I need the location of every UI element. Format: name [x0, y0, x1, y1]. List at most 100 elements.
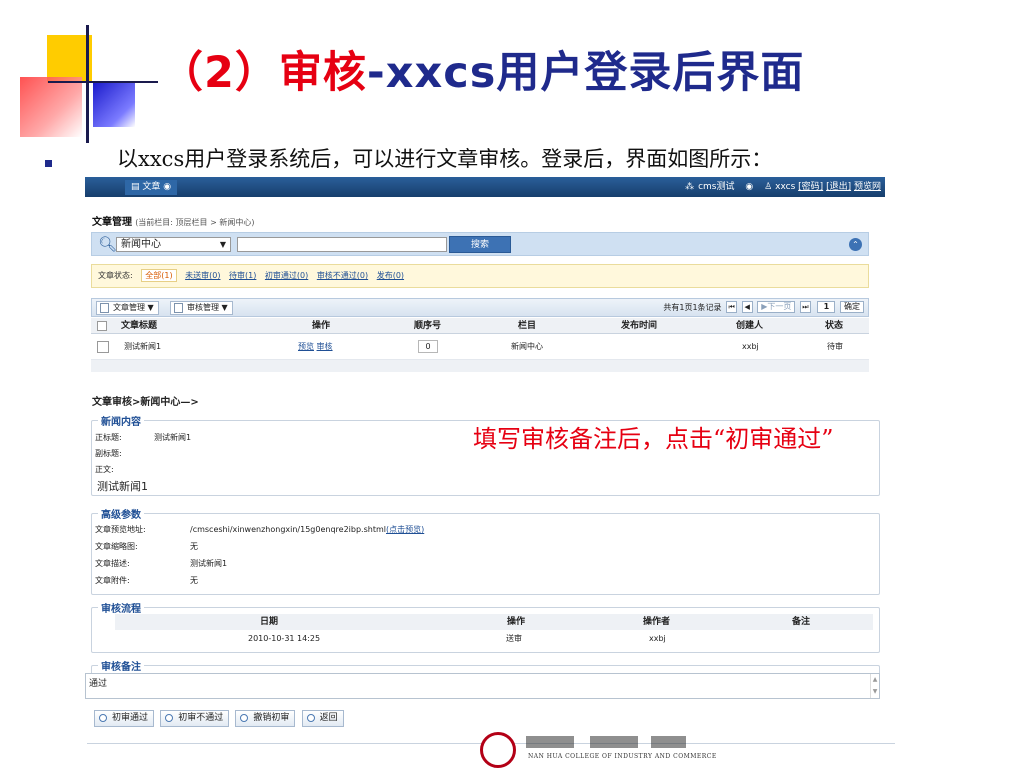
radio-circle-icon	[99, 714, 107, 722]
column-select[interactable]: 新闻中心 ▼	[116, 237, 231, 252]
slide-title-part2: -xxcs用户登录后界面	[366, 48, 805, 98]
breadcrumb: 文章管理 (当前栏目: 顶层栏目 > 新闻中心)	[92, 213, 254, 228]
breadcrumb-path: (当前栏目: 顶层栏目 > 新闻中心)	[135, 218, 255, 227]
preview-site-link[interactable]: 预览网	[854, 182, 881, 192]
page-summary: 共有1页1条记录	[663, 303, 722, 312]
select-all-checkbox[interactable]	[97, 321, 107, 331]
logout-link[interactable]: [退出]	[826, 182, 851, 192]
article-manage-label: 文章管理	[113, 303, 145, 312]
table-row: 测试新闻1 预览 审核 0 新闻中心 xxbj 待审	[91, 334, 869, 360]
preview-url-label: 文章预览地址:	[95, 525, 146, 534]
column-select-value: 新闻中心	[121, 239, 161, 250]
college-name-en: NAN HUA COLLEGE OF INDUSTRY AND COMMERCE	[528, 753, 717, 760]
workflow-table: 日期 操作 操作者 备注 2010-10-31 14:25 送审 xxbj	[115, 614, 873, 648]
wf-col-operator: 操作者	[643, 617, 671, 627]
document-icon: ▤	[131, 182, 143, 192]
search-button[interactable]: 搜索	[449, 236, 511, 253]
advanced-params-legend: 高级参数	[98, 506, 144, 521]
description-value: 测试新闻1	[190, 559, 228, 568]
review-note-textarea[interactable]: 通过 ▲ ▼	[85, 673, 880, 699]
college-logo	[480, 732, 516, 768]
review-manage-label: 审核管理	[187, 303, 219, 312]
article-manage-menu[interactable]: 文章管理 ▼	[96, 301, 159, 315]
status-filter-first-approved[interactable]: 初审通过(0)	[265, 271, 308, 280]
site-name[interactable]: cms测试	[698, 182, 734, 192]
status-filter-rejected[interactable]: 审核不通过(0)	[317, 271, 368, 280]
page-go-button[interactable]: 确定	[840, 301, 864, 313]
back-button[interactable]: 返回	[301, 710, 344, 727]
note-scrollbar[interactable]: ▲ ▼	[870, 674, 879, 698]
pagination: 共有1页1条记录 ⏮ ◀ ▶下一页 ⏭ 1 确定	[663, 301, 864, 315]
top-nav-bar: ▤ 文章 ◉ ⁂ cms测试 ◉ ♙ xxcs [密码] [退出] 预览网	[85, 177, 885, 197]
top-tab-label: 文章	[142, 182, 161, 192]
search-icon: 🔍︎	[98, 235, 118, 253]
college-name-cn	[526, 736, 686, 748]
next-page-button[interactable]: ▶下一页	[757, 301, 796, 313]
radio-circle-icon	[165, 714, 174, 722]
row-status: 待审	[827, 342, 843, 351]
row-creator: xxbj	[742, 342, 759, 351]
title-value: 测试新闻1	[154, 433, 192, 442]
site-switch-icon[interactable]: ◉	[745, 182, 753, 192]
body-value: 测试新闻1	[97, 480, 148, 493]
review-manage-menu[interactable]: 审核管理 ▼	[170, 301, 233, 315]
subtitle-label: 副标题:	[95, 449, 122, 458]
slide-title: （2）审核-xxcs用户登录后界面	[160, 38, 804, 100]
last-page-button[interactable]: ⏭	[799, 301, 811, 313]
user-icon: ♙	[764, 182, 773, 192]
col-title: 文章标题	[121, 321, 158, 331]
user-name: xxcs	[775, 182, 796, 192]
row-order-input[interactable]: 0	[418, 340, 438, 353]
status-filter-pending[interactable]: 待审(1)	[229, 271, 256, 280]
password-link[interactable]: [密码]	[798, 182, 823, 192]
col-operation: 操作	[312, 321, 331, 331]
col-order: 顺序号	[414, 321, 442, 331]
workflow-header: 日期 操作 操作者 备注	[115, 614, 873, 630]
search-bar: 🔍︎ 新闻中心 ▼ 搜索 ⌃	[91, 232, 869, 256]
description-label: 文章描述:	[95, 559, 130, 568]
status-filter-published[interactable]: 发布(0)	[377, 271, 404, 280]
decor-vertical-line	[86, 25, 89, 143]
row-preview-link[interactable]: 预览	[298, 342, 314, 351]
first-reject-button[interactable]: 初审不通过	[160, 710, 230, 727]
col-column: 栏目	[518, 321, 537, 331]
review-section-title: 文章审核>新闻中心—>	[92, 397, 199, 408]
radio-circle-icon	[240, 714, 249, 722]
decor-blue-square	[93, 83, 135, 127]
sitemap-icon: ⁂	[685, 182, 695, 192]
thumbnail-label: 文章缩略图:	[95, 542, 138, 551]
slide-title-part1: （2）审核	[160, 48, 367, 98]
search-input[interactable]	[237, 237, 447, 252]
cms-screenshot: ▤ 文章 ◉ ⁂ cms测试 ◉ ♙ xxcs [密码] [退出] 预览网 文章管理…	[85, 177, 885, 737]
review-note-legend: 审核备注	[98, 658, 144, 673]
top-tab-article[interactable]: ▤ 文章 ◉	[125, 180, 178, 195]
news-content-legend: 新闻内容	[98, 413, 144, 428]
caret-down-icon: ▼	[221, 303, 228, 312]
back-label: 返回	[319, 713, 338, 723]
caret-down-icon: ▼	[219, 240, 226, 249]
status-filter-unsubmitted[interactable]: 未送审(0)	[185, 271, 220, 280]
first-page-button[interactable]: ⏮	[726, 301, 738, 313]
bullet-text: 以xxcs用户登录系统后，可以进行文章审核。登录后，界面如图所示：	[117, 147, 773, 171]
review-note-value: 通过	[89, 679, 108, 689]
wf-col-date: 日期	[260, 617, 279, 627]
chevron-down-icon: ◉	[163, 182, 172, 192]
prev-page-button[interactable]: ◀	[741, 301, 753, 313]
row-title: 测试新闻1	[124, 342, 162, 351]
row-review-link[interactable]: 审核	[317, 342, 333, 351]
revoke-first-review-button[interactable]: 撤销初审	[235, 710, 296, 727]
preview-url-value: /cmsceshi/xinwenzhongxin/15g0enqre2ibp.s…	[190, 525, 386, 534]
row-checkbox[interactable]	[97, 341, 109, 353]
col-status: 状态	[825, 321, 844, 331]
revoke-label: 撤销初审	[253, 713, 290, 723]
review-workflow-legend: 审核流程	[98, 600, 144, 615]
preview-url-link[interactable]: (点击预览)	[386, 525, 424, 534]
first-approve-button[interactable]: 初审通过	[94, 710, 155, 727]
collapse-icon[interactable]: ⌃	[849, 238, 862, 251]
table-row: 2010-10-31 14:25 送审 xxbj	[115, 630, 873, 648]
attachment-value: 无	[190, 576, 198, 585]
status-label: 文章状态:	[98, 271, 133, 280]
page-number-input[interactable]: 1	[817, 301, 836, 313]
status-filter-all[interactable]: 全部(1)	[141, 269, 177, 282]
first-approve-label: 初审通过	[112, 713, 149, 723]
